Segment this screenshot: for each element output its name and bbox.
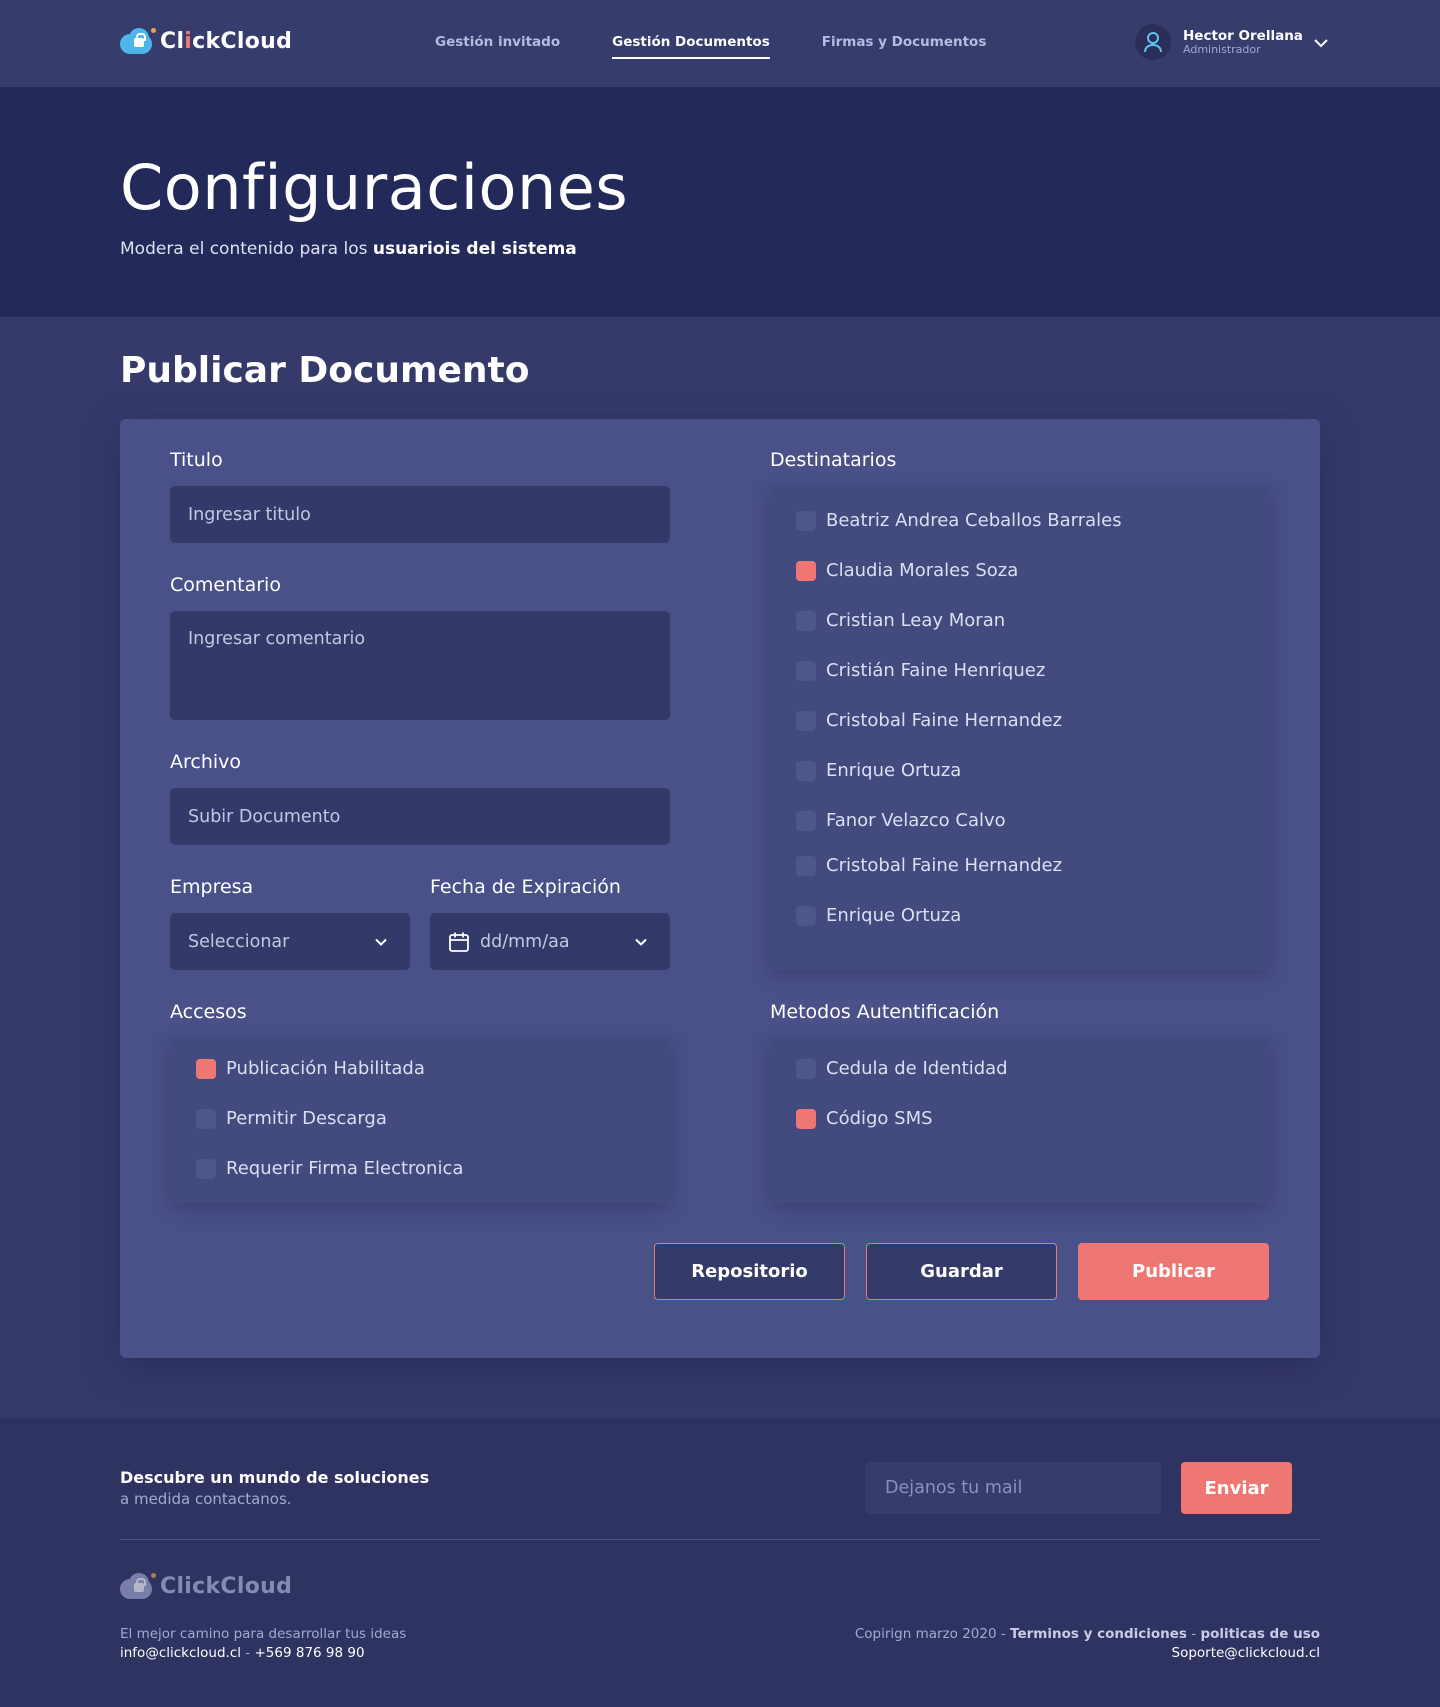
policies-link[interactable]: politicas de uso (1200, 1626, 1320, 1642)
user-role: Administrador (1183, 42, 1261, 56)
chevron-down-icon (375, 938, 387, 946)
acceso-option[interactable]: Permitir Descarga (196, 1108, 387, 1129)
checkbox[interactable] (196, 1108, 216, 1129)
main-nav: Gestión invitado Gestión Documentos Firm… (435, 34, 986, 59)
enviar-button[interactable]: Enviar (1181, 1462, 1292, 1514)
chevron-down-icon[interactable] (1313, 38, 1329, 48)
metodo-option[interactable]: Código SMS (796, 1108, 933, 1129)
checkbox[interactable] (796, 905, 816, 926)
destinatarios-list: Beatriz Andrea Ceballos Barrales Claudia… (770, 486, 1270, 970)
comentario-textarea[interactable]: Ingresar comentario (170, 611, 670, 720)
terms-link[interactable]: Terminos y condiciones (1010, 1626, 1187, 1642)
footer-divider (120, 1539, 1320, 1540)
footer-logo-text: ClickCloud (160, 1573, 293, 1599)
checkbox-checked[interactable] (196, 1058, 216, 1079)
nav-gestion-documentos[interactable]: Gestión Documentos (612, 34, 770, 59)
hero-banner: Configuraciones Modera el contenido para… (0, 87, 1440, 317)
destinatario-item[interactable]: Enrique Ortuza (796, 905, 961, 926)
comentario-label: Comentario (170, 574, 281, 596)
destinatario-item[interactable]: Claudia Morales Soza (796, 560, 1018, 581)
cloud-lock-icon (120, 1573, 156, 1599)
avatar (1135, 24, 1171, 60)
cloud-lock-icon (120, 28, 156, 54)
destinatario-item[interactable]: Beatriz Andrea Ceballos Barrales (796, 510, 1122, 531)
publicar-button[interactable]: Publicar (1078, 1243, 1269, 1300)
checkbox-checked[interactable] (796, 1108, 816, 1129)
footer-phone[interactable]: +569 876 98 90 (254, 1645, 364, 1661)
support-email-link[interactable]: Soporte@clickcloud.cl (1172, 1645, 1321, 1661)
page-title: Configuraciones (120, 151, 629, 224)
destinatario-item[interactable]: Fanor Velazco Calvo (796, 810, 1006, 831)
chevron-down-icon (635, 938, 647, 946)
empresa-value: Seleccionar (188, 931, 290, 952)
destinatario-item[interactable]: Cristian Leay Moran (796, 610, 1005, 631)
guardar-button[interactable]: Guardar (866, 1243, 1057, 1300)
destinatario-item[interactable]: Enrique Ortuza (796, 760, 961, 781)
checkbox[interactable] (796, 610, 816, 631)
calendar-icon (449, 932, 469, 952)
checkbox-checked[interactable] (796, 560, 816, 581)
upload-document-field[interactable]: Subir Documento (170, 788, 670, 845)
acceso-option[interactable]: Requerir Firma Electronica (196, 1158, 463, 1179)
user-name: Hector Orellana (1183, 27, 1303, 44)
footer-contact: info@clickcloud.cl - +569 876 98 90 (120, 1645, 365, 1661)
destinatario-item[interactable]: Cristobal Faine Hernandez (796, 710, 1062, 731)
footer-cta-title: Descubre un mundo de soluciones (120, 1468, 430, 1487)
nav-firmas-documentos[interactable]: Firmas y Documentos (822, 34, 987, 59)
destinatarios-label: Destinatarios (770, 449, 897, 471)
destinatario-item[interactable]: Cristobal Faine Hernandez (796, 855, 1062, 876)
checkbox[interactable] (796, 855, 816, 876)
checkbox[interactable] (796, 760, 816, 781)
user-menu[interactable]: Hector Orellana Administrador (1135, 24, 1329, 60)
fecha-value: dd/mm/aa (480, 931, 570, 952)
checkbox[interactable] (796, 710, 816, 731)
section-title: Publicar Documento (120, 350, 530, 391)
destinatario-item[interactable]: Cristián Faine Henriquez (796, 660, 1045, 681)
checkbox[interactable] (796, 660, 816, 681)
accesos-box: Publicación Habilitada Permitir Descarga… (170, 1038, 670, 1203)
checkbox[interactable] (796, 510, 816, 531)
metodos-box: Cedula de Identidad Código SMS (770, 1038, 1270, 1203)
titulo-input[interactable]: Ingresar titulo (170, 486, 670, 543)
metodo-option[interactable]: Cedula de Identidad (796, 1058, 1008, 1079)
footer-tagline: El mejor camino para desarrollar tus ide… (120, 1626, 407, 1642)
footer-logo[interactable]: ClickCloud (120, 1573, 292, 1599)
acceso-option[interactable]: Publicación Habilitada (196, 1058, 425, 1079)
user-icon (1144, 32, 1162, 53)
top-header: ClickCloud Gestión invitado Gestión Docu… (0, 0, 1440, 87)
fecha-expiracion-label: Fecha de Expiración (430, 876, 621, 898)
archivo-label: Archivo (170, 751, 242, 773)
metodos-label: Metodos Autentificación (770, 1001, 1000, 1023)
footer: Descubre un mundo de soluciones a medida… (0, 1418, 1440, 1707)
checkbox[interactable] (796, 810, 816, 831)
checkbox[interactable] (196, 1158, 216, 1179)
nav-gestion-invitado[interactable]: Gestión invitado (435, 34, 560, 59)
newsletter-email-input[interactable]: Dejanos tu mail (865, 1462, 1161, 1514)
repositorio-button[interactable]: Repositorio (654, 1243, 845, 1300)
logo[interactable]: ClickCloud (120, 28, 292, 54)
logo-text: ClickCloud (160, 28, 293, 54)
publish-form-card: Titulo Ingresar titulo Comentario Ingres… (120, 419, 1320, 1358)
fecha-expiracion-select[interactable]: dd/mm/aa (430, 913, 670, 970)
checkbox[interactable] (796, 1058, 816, 1079)
empresa-label: Empresa (170, 876, 254, 898)
footer-email-link[interactable]: info@clickcloud.cl (120, 1645, 241, 1661)
page-subtitle: Modera el contenido para los usuariois d… (120, 239, 577, 259)
accesos-label: Accesos (170, 1001, 247, 1023)
titulo-label: Titulo (170, 449, 223, 471)
footer-legal: Copirign marzo 2020 - Terminos y condici… (854, 1626, 1320, 1642)
empresa-select[interactable]: Seleccionar (170, 913, 410, 970)
footer-cta-subtitle: a medida contactanos. (120, 1490, 292, 1508)
